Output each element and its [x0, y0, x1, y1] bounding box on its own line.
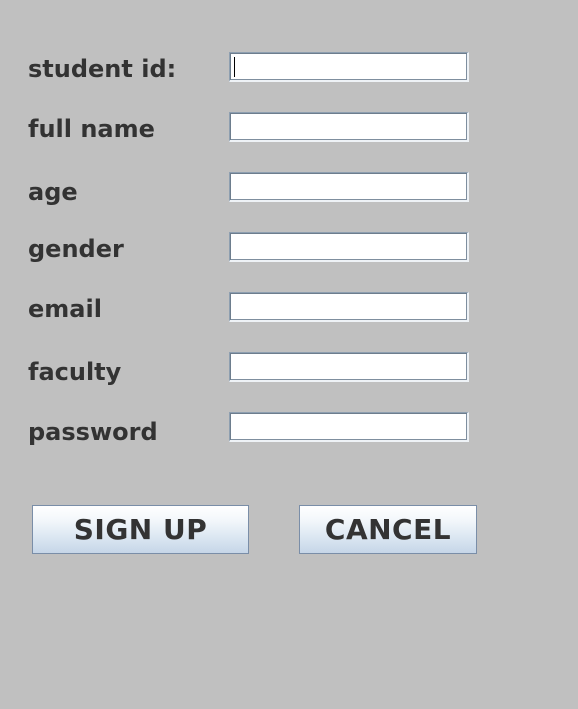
gender-input[interactable]	[229, 232, 469, 262]
password-label: password	[28, 418, 158, 446]
email-input[interactable]	[229, 292, 469, 322]
age-label: age	[28, 178, 78, 206]
text-caret	[234, 57, 235, 77]
password-input[interactable]	[229, 412, 469, 442]
faculty-label: faculty	[28, 358, 122, 386]
faculty-input[interactable]	[229, 352, 469, 382]
cancel-button-label: CANCEL	[324, 513, 452, 546]
gender-label: gender	[28, 235, 124, 263]
full-name-label: full name	[28, 115, 155, 143]
age-input[interactable]	[229, 172, 469, 202]
full-name-input[interactable]	[229, 112, 469, 142]
cancel-button[interactable]: CANCEL	[299, 505, 477, 554]
sign-up-button[interactable]: SIGN UP	[32, 505, 249, 554]
student-id-input[interactable]	[229, 52, 469, 82]
student-id-label: student id:	[28, 55, 177, 83]
sign-up-button-label: SIGN UP	[73, 513, 208, 546]
email-label: email	[28, 295, 102, 323]
